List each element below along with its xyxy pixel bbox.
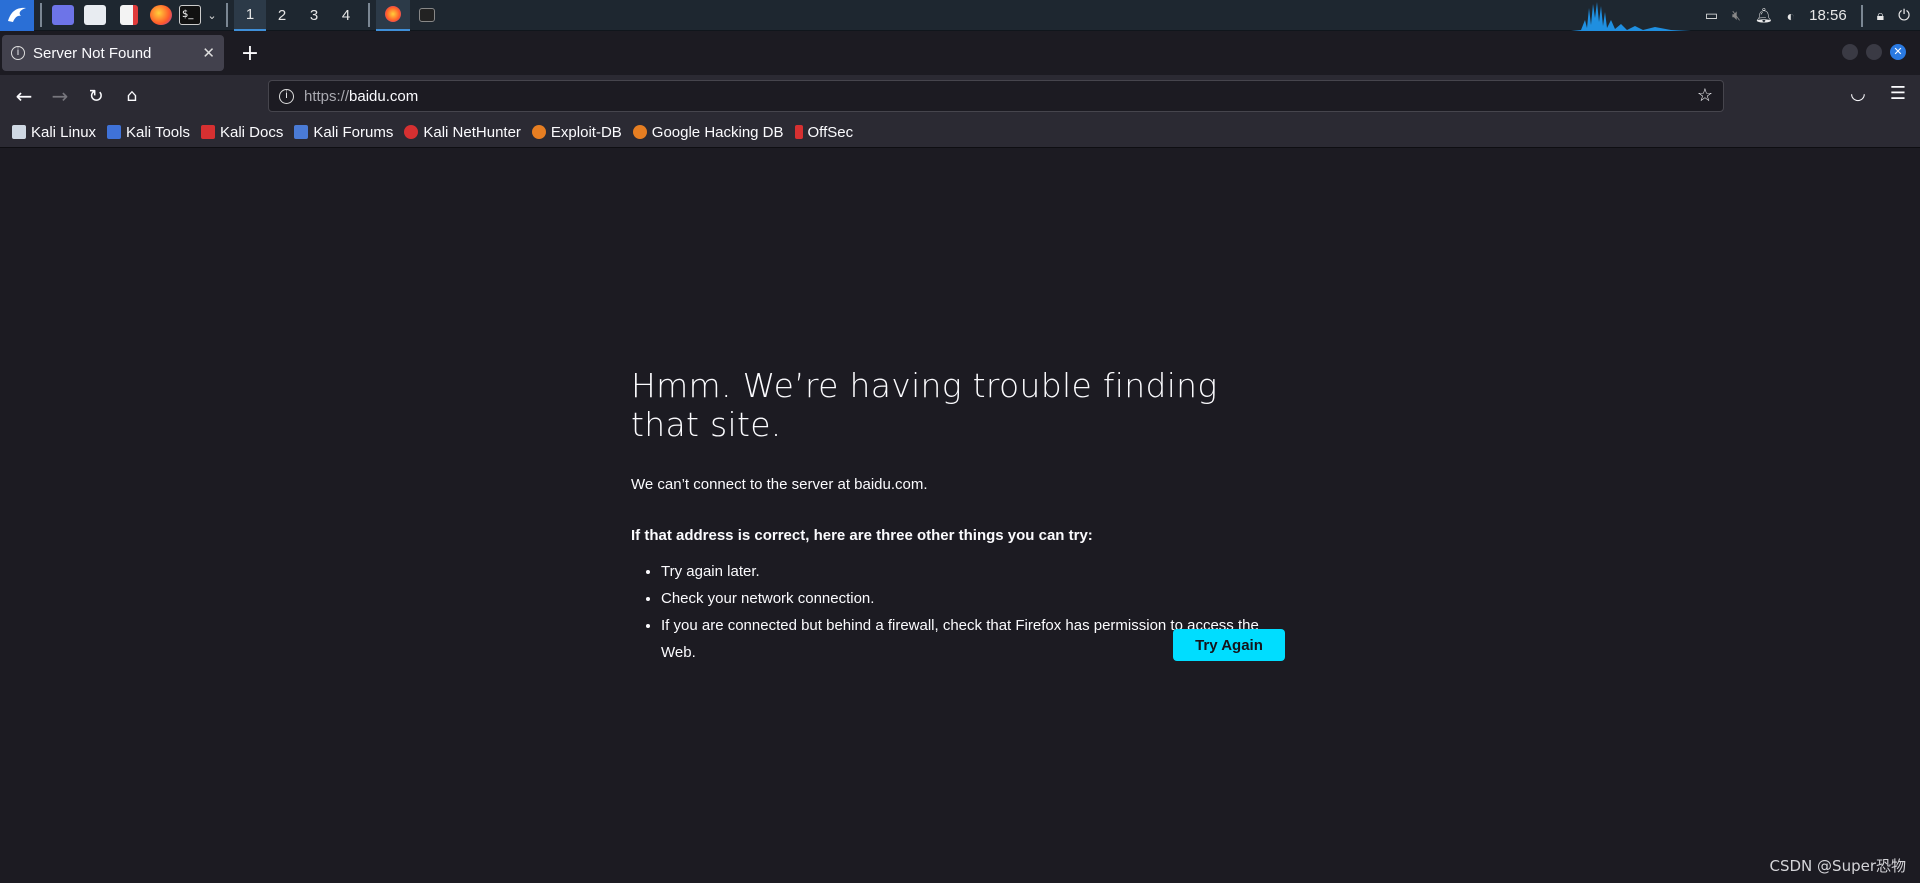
error-message: We can’t connect to the server at baidu.… (631, 476, 928, 493)
kali-forums-icon (294, 125, 309, 139)
firefox-launcher-button[interactable] (146, 0, 176, 31)
taskbar-window-firefox[interactable] (376, 0, 410, 31)
bookmarks-toolbar: Kali Linux Kali Tools Kali Docs Kali For… (0, 117, 1920, 148)
taskbar: $_ ⌄ 1 2 3 4 ▭ 🔇︎ 🔔︎ ◐ 18:56 🔒︎ ⏻ (0, 0, 1920, 31)
bookmark-star-icon[interactable]: ☆ (1697, 85, 1713, 106)
suggestion-item: Check your network connection. (661, 585, 1291, 612)
arrow-right-icon: → (51, 84, 69, 108)
toolbar-right: ◡ ☰ (1850, 83, 1906, 104)
reload-button[interactable]: ↻ (78, 78, 114, 114)
workspace-4[interactable]: 4 (330, 0, 362, 31)
text-editor-button[interactable] (112, 0, 146, 31)
nethunter-icon (404, 125, 419, 139)
ghdb-icon (632, 125, 647, 139)
url-scheme: https:// (304, 87, 350, 105)
close-window-button[interactable]: ✕ (1890, 44, 1906, 60)
lock-icon[interactable]: 🔒︎ (1877, 7, 1884, 24)
terminal-icon (419, 8, 435, 22)
info-icon[interactable]: i (279, 88, 294, 104)
home-button[interactable]: ⌂ (114, 78, 150, 114)
folder-icon (84, 5, 106, 25)
bookmark-kali-nethunter[interactable]: Kali NetHunter (404, 124, 521, 141)
kali-menu-button[interactable] (0, 0, 34, 31)
system-tray: ▭ 🔇︎ 🔔︎ ◐ 18:56 🔒︎ ⏻ (1570, 0, 1920, 31)
workspace-1[interactable]: 1 (234, 0, 266, 31)
bookmark-exploit-db[interactable]: Exploit-DB (531, 124, 622, 141)
error-heading: Hmm. We’re having trouble finding that s… (631, 366, 1218, 444)
arrow-left-icon: ← (15, 84, 33, 108)
window-controls: ✕ (1842, 44, 1906, 60)
tab-title: Server Not Found (33, 44, 152, 62)
forward-button[interactable]: → (42, 78, 78, 114)
workspace-2[interactable]: 2 (266, 0, 298, 31)
firefox-icon (385, 6, 401, 22)
new-tab-button[interactable]: + (238, 41, 262, 66)
desktop-icon (52, 5, 74, 25)
maximize-button[interactable] (1866, 44, 1882, 60)
screen-icon[interactable]: ▭ (1705, 7, 1718, 24)
watermark: CSDN @Super恐物 (1769, 857, 1906, 875)
suggestion-item: Try again later. (661, 558, 1291, 585)
pocket-icon[interactable]: ◡ (1850, 83, 1866, 104)
bookmark-kali-docs[interactable]: Kali Docs (200, 124, 283, 141)
navigation-toolbar: ← → ↻ ⌂ i https://baidu.com ☆ ◡ ☰ (0, 75, 1920, 117)
text-editor-icon (120, 5, 138, 25)
cpu-graph-icon (1570, 2, 1691, 31)
menu-icon[interactable]: ☰ (1890, 83, 1906, 104)
kali-tools-icon (107, 125, 122, 139)
bookmark-offsec[interactable]: OffSec (794, 124, 853, 141)
info-icon: i (11, 46, 25, 60)
page-content: Hmm. We’re having trouble finding that s… (0, 148, 1920, 883)
clock[interactable]: 18:56 (1809, 7, 1847, 24)
back-button[interactable]: ← (6, 78, 42, 114)
notification-bell-icon[interactable]: 🔔︎ (1755, 7, 1773, 24)
tab-bar: i Server Not Found ✕ + ✕ (0, 31, 1920, 75)
bookmark-kali-forums[interactable]: Kali Forums (294, 124, 393, 141)
power-manager-icon[interactable]: ◐ (1787, 8, 1795, 24)
workspace-3[interactable]: 3 (298, 0, 330, 31)
home-icon: ⌂ (126, 86, 138, 106)
bookmark-kali-linux[interactable]: Kali Linux (12, 124, 96, 141)
url-host: baidu.com (349, 87, 419, 105)
exploit-db-icon (531, 125, 546, 139)
taskbar-window-terminal[interactable] (410, 0, 444, 31)
chevron-down-icon[interactable]: ⌄ (204, 0, 220, 31)
file-manager-button[interactable] (78, 0, 112, 31)
firefox-icon (150, 5, 172, 25)
suggestions-title: If that address is correct, here are thr… (631, 527, 1093, 544)
reload-icon: ↻ (88, 85, 104, 107)
offsec-icon (794, 125, 803, 139)
minimize-button[interactable] (1842, 44, 1858, 60)
mute-icon[interactable]: 🔇︎ (1732, 7, 1741, 24)
tray-divider (1860, 4, 1863, 27)
error-container: Hmm. We’re having trouble finding that s… (631, 366, 1291, 666)
bookmark-google-hacking-db[interactable]: Google Hacking DB (632, 124, 784, 141)
bookmark-kali-tools[interactable]: Kali Tools (107, 124, 190, 141)
show-desktop-button[interactable] (48, 0, 78, 31)
logout-icon[interactable]: ⏻ (1898, 7, 1910, 24)
url-bar[interactable]: i https://baidu.com ☆ (268, 80, 1724, 112)
terminal-launcher-button[interactable]: $_ (176, 0, 204, 31)
kali-dragon-icon (8, 7, 26, 22)
close-tab-icon[interactable]: ✕ (202, 44, 215, 62)
tab-server-not-found[interactable]: i Server Not Found ✕ (2, 35, 224, 71)
kali-docs-icon (200, 125, 215, 139)
try-again-button[interactable]: Try Again (1173, 629, 1285, 661)
kali-dragon-icon (12, 125, 26, 139)
terminal-icon: $_ (179, 5, 201, 25)
